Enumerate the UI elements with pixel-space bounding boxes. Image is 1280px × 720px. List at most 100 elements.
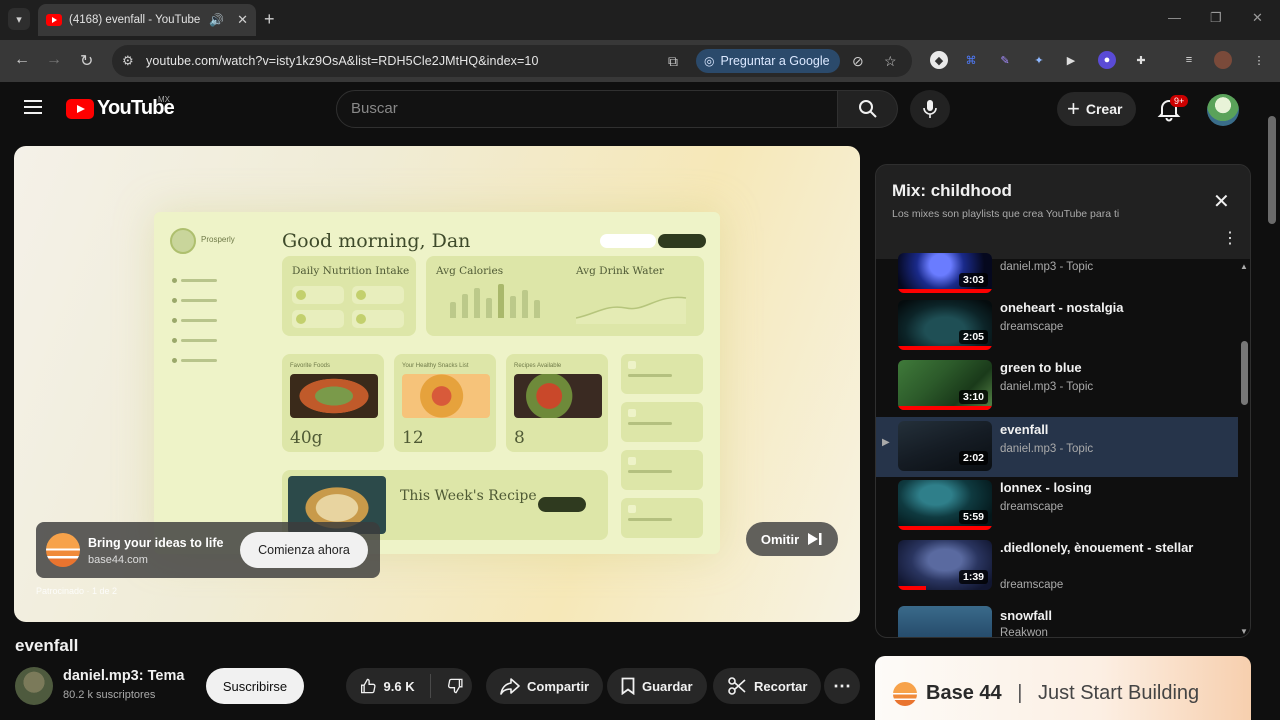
restore-window-icon[interactable]: ❐ bbox=[1210, 10, 1222, 26]
channel-avatar[interactable] bbox=[15, 667, 53, 705]
mockup-bar bbox=[498, 284, 504, 318]
plus-icon: + bbox=[1067, 96, 1080, 121]
mockup-nutrition-title: Daily Nutrition Intake bbox=[292, 265, 410, 277]
mockup-food-card: Recipes Available 8 bbox=[506, 354, 608, 452]
mockup-calories-title: Avg Calories bbox=[436, 265, 504, 277]
watch-progress-bar bbox=[898, 406, 992, 410]
list-item[interactable]: 2:05 oneheart - nostalgia dreamscape bbox=[876, 299, 1238, 359]
item-channel: Reakwon bbox=[1000, 627, 1048, 638]
back-arrow-icon[interactable]: ← bbox=[14, 51, 30, 69]
mockup-food-value: 40g bbox=[290, 428, 323, 448]
extension-diamond-icon[interactable]: ◆ bbox=[930, 51, 948, 69]
mix-scrollbar-thumb[interactable] bbox=[1241, 341, 1248, 405]
clip-label: Recortar bbox=[754, 678, 808, 694]
list-item-now-playing[interactable]: ▶ 2:02 evenfall daniel.mp3 - Topic bbox=[876, 417, 1238, 477]
mix-subtitle: Los mixes son playlists que crea YouTube… bbox=[892, 208, 1120, 220]
mix-title[interactable]: Mix: childhood bbox=[892, 181, 1012, 201]
share-label: Compartir bbox=[527, 678, 590, 694]
cast-icon[interactable]: ⧉ bbox=[668, 53, 678, 70]
save-button[interactable]: Guardar bbox=[607, 668, 707, 704]
extensions-puzzle-icon[interactable]: ✚ bbox=[1132, 51, 1150, 69]
url-text[interactable]: youtube.com/watch?v=isty1kz9OsA&list=RDH… bbox=[146, 54, 539, 68]
forward-arrow-icon[interactable]: → bbox=[46, 51, 62, 69]
extension-play-icon[interactable]: ▶ bbox=[1062, 51, 1080, 69]
reload-icon[interactable]: ↻ bbox=[80, 51, 93, 71]
more-actions-button[interactable]: ⋯ bbox=[824, 668, 860, 704]
extension-circle-icon[interactable]: ● bbox=[1098, 51, 1116, 69]
list-item[interactable]: 1:39 .diedlonely, ènouement - stellar dr… bbox=[876, 539, 1238, 599]
watch-progress-bar bbox=[898, 289, 992, 293]
skip-next-icon bbox=[808, 533, 822, 545]
ad-overlay-card[interactable]: Bring your ideas to life base44.com Comi… bbox=[36, 522, 380, 578]
mockup-brand: Prosperly bbox=[201, 235, 235, 244]
mockup-food-label: Your Healthy Snacks List bbox=[402, 363, 469, 369]
ask-google-button[interactable]: ◎ Preguntar a Google bbox=[696, 49, 840, 73]
create-button[interactable]: + Crear bbox=[1057, 92, 1137, 126]
account-avatar[interactable] bbox=[1207, 94, 1239, 126]
speaker-icon[interactable]: 🔊 bbox=[209, 13, 224, 27]
duration-badge: 3:03 bbox=[958, 273, 988, 287]
video-player[interactable]: Prosperly Good morning, Dan Daily Nutrit… bbox=[14, 146, 860, 622]
close-icon[interactable]: ✕ bbox=[1213, 189, 1230, 214]
channel-name[interactable]: daniel.mp3: Tema bbox=[63, 668, 184, 684]
bookmark-icon bbox=[621, 677, 635, 695]
companion-ad-banner[interactable]: Base 44 | Just Start Building bbox=[875, 656, 1251, 720]
scroll-up-arrow-icon[interactable]: ▲ bbox=[1240, 262, 1248, 271]
list-item[interactable]: 3:10 green to blue daniel.mp3 - Topic bbox=[876, 359, 1238, 419]
hamburger-menu-icon[interactable] bbox=[24, 100, 42, 118]
mockup-nav-item bbox=[172, 338, 232, 343]
minimize-icon[interactable]: — bbox=[1168, 10, 1181, 25]
browser-menu-icon[interactable]: ⋮ bbox=[1250, 51, 1268, 69]
more-vertical-icon[interactable]: ⋮ bbox=[1222, 231, 1238, 247]
mockup-side-item bbox=[621, 354, 703, 394]
mix-scrollbar-track[interactable] bbox=[1238, 259, 1250, 637]
close-window-icon[interactable]: ✕ bbox=[1252, 10, 1263, 26]
like-count[interactable]: 9.6 K bbox=[384, 679, 415, 694]
bookmark-star-icon[interactable]: ☆ bbox=[884, 53, 897, 70]
banner-brand: Base 44 bbox=[926, 682, 1002, 704]
list-item[interactable]: 5:59 lonnex - losing dreamscape bbox=[876, 479, 1238, 539]
scroll-down-arrow-icon[interactable]: ▼ bbox=[1240, 627, 1248, 636]
eye-off-icon[interactable]: ⊘ bbox=[852, 53, 864, 70]
mockup-water-title: Avg Drink Water bbox=[576, 265, 664, 277]
mockup-food-image bbox=[402, 374, 490, 418]
tab-close-icon[interactable]: ✕ bbox=[237, 12, 248, 28]
search-button[interactable] bbox=[838, 90, 898, 128]
item-title: snowfall bbox=[1000, 608, 1053, 623]
now-playing-icon: ▶ bbox=[882, 437, 890, 448]
skip-ad-button[interactable]: Omitir bbox=[746, 522, 838, 556]
thumbs-down-icon[interactable] bbox=[447, 676, 464, 696]
voice-search-button[interactable] bbox=[910, 90, 950, 128]
site-info-icon[interactable]: ⚙ bbox=[122, 53, 134, 69]
new-tab-plus-icon[interactable]: + bbox=[264, 9, 275, 30]
youtube-favicon-icon bbox=[46, 14, 62, 26]
media-controls-icon[interactable]: ≡ bbox=[1180, 51, 1198, 69]
subscribe-button[interactable]: Suscribirse bbox=[206, 668, 304, 704]
address-bar[interactable]: ⚙ youtube.com/watch?v=isty1kz9OsA&list=R… bbox=[112, 45, 912, 77]
ad-cta-button[interactable]: Comienza ahora bbox=[240, 532, 368, 568]
search-input[interactable] bbox=[351, 100, 821, 117]
mockup-recipe-button bbox=[538, 497, 586, 512]
mockup-food-label: Recipes Available bbox=[514, 363, 562, 369]
video-thumbnail: 2:05 bbox=[898, 300, 992, 350]
profile-avatar-icon[interactable] bbox=[1214, 51, 1232, 69]
share-button[interactable]: Compartir bbox=[486, 668, 604, 704]
mix-playlist-panel: Mix: childhood Los mixes son playlists q… bbox=[875, 164, 1251, 638]
extension-pin-icon[interactable]: ✦ bbox=[1030, 51, 1048, 69]
mockup-side-item bbox=[621, 450, 703, 490]
mockup-food-value: 8 bbox=[514, 428, 525, 448]
extension-pen-icon[interactable]: ✎ bbox=[996, 51, 1014, 69]
tab-search-button[interactable]: ▾ bbox=[8, 8, 30, 30]
list-item[interactable]: snowfall Reakwon bbox=[876, 605, 1238, 638]
clip-button[interactable]: Recortar bbox=[713, 668, 822, 704]
watch-progress-bar bbox=[898, 586, 927, 590]
thumbs-up-icon[interactable] bbox=[360, 676, 377, 696]
mockup-food-label: Favorite Foods bbox=[290, 363, 331, 369]
mockup-bar bbox=[486, 298, 492, 318]
browser-toolbar: ← → ↻ ⚙ youtube.com/watch?v=isty1kz9OsA&… bbox=[0, 40, 1280, 82]
extension-translate-icon[interactable]: ⌘ bbox=[962, 51, 980, 69]
mockup-nav-item bbox=[172, 358, 232, 363]
mockup-nav-item bbox=[172, 298, 232, 303]
page-scrollbar-thumb[interactable] bbox=[1268, 116, 1276, 224]
browser-tab[interactable]: (4168) evenfall - YouTube 🔊 ✕ bbox=[38, 4, 256, 36]
